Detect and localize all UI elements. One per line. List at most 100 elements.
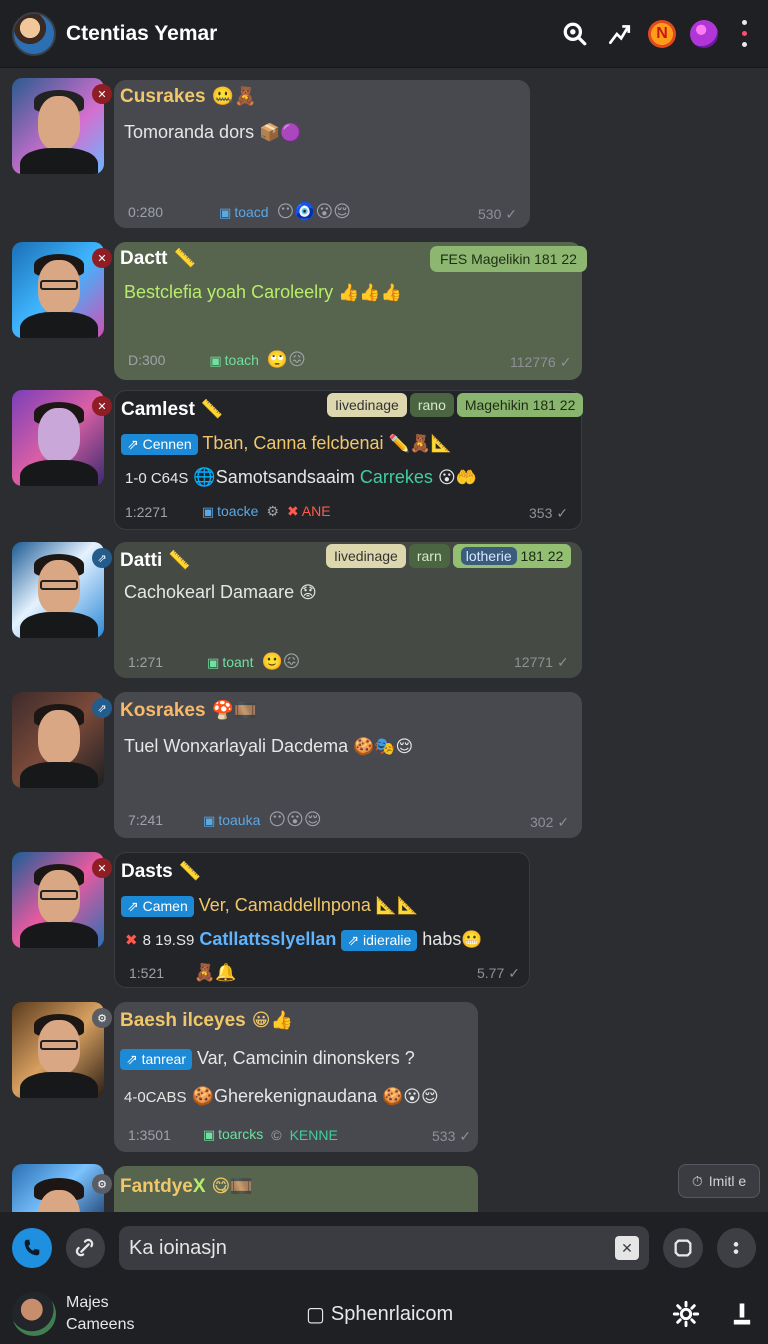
- author-emoji: 📏: [200, 399, 224, 419]
- reaction-emojis[interactable]: 🧸🔔: [194, 963, 236, 983]
- user-info[interactable]: Majes Cameens: [66, 1292, 134, 1336]
- message-tag[interactable]: toarcks: [203, 1126, 263, 1143]
- sticker-icon: [674, 1239, 692, 1257]
- reaction-emojis[interactable]: 😶🧿😮😌: [277, 202, 351, 222]
- meta-extra[interactable]: KENNE: [290, 1127, 338, 1143]
- top-actions: N: [560, 19, 756, 49]
- line-prefix-icon: ✖: [125, 932, 138, 949]
- reply-pill[interactable]: Cennen: [121, 433, 198, 455]
- text-emoji: 📐📐: [375, 896, 419, 915]
- line-prefix: 4-0CABS: [124, 1089, 187, 1106]
- more-options-button[interactable]: [716, 1228, 756, 1268]
- header-chip[interactable]: rano: [409, 393, 454, 417]
- message-feed[interactable]: ✕ Cusrakes🤐🧸 Tomoranda dors 📦🟣 0:280 toac…: [0, 68, 768, 1212]
- avatar[interactable]: [12, 390, 104, 486]
- message-item: ✕ Cusrakes🤐🧸 Tomoranda dors 📦🟣 0:280 toac…: [12, 78, 532, 228]
- message-item: ⚙ Baesh ilceyes😀👍 tanrear Var, Camcinin …: [12, 1002, 480, 1152]
- reply-pill[interactable]: Camen: [121, 895, 194, 917]
- sticker-button[interactable]: [663, 1228, 703, 1268]
- message-time: 1:3501: [128, 1126, 171, 1143]
- text-emoji: ✏️🧸📐: [388, 434, 453, 453]
- message-stamp: 112776: [510, 354, 556, 370]
- orb-icon[interactable]: [690, 19, 718, 48]
- user-status: Cameens: [66, 1316, 135, 1333]
- author-emoji: 🍄🎞️: [211, 700, 257, 720]
- chat-bubble-icon: ▢: [306, 1304, 325, 1326]
- header-chip[interactable]: Iivedinage: [327, 393, 407, 417]
- footer-center-label: Sphenrlaicom: [330, 1303, 454, 1325]
- message-tag[interactable]: toauka: [203, 812, 260, 829]
- attachment-icon[interactable]: ✕: [615, 1236, 639, 1260]
- settings-icon[interactable]: [672, 1300, 700, 1328]
- avatar[interactable]: [12, 242, 104, 338]
- check-icon: ✓: [505, 206, 518, 222]
- mention-pill[interactable]: idieralie: [341, 929, 418, 951]
- link-button[interactable]: [65, 1228, 105, 1268]
- n-badge-icon[interactable]: N: [648, 19, 676, 48]
- role-badge-icon: ⇗: [92, 698, 112, 718]
- message-author[interactable]: Datti: [120, 550, 162, 571]
- author-emoji: 📏: [168, 550, 191, 570]
- dots-vertical-icon: [733, 1242, 739, 1254]
- meta-extra[interactable]: ✖ ANE: [287, 503, 331, 520]
- message-author[interactable]: Camlest: [121, 399, 195, 420]
- share-icon[interactable]: [604, 19, 634, 49]
- author-emoji: 😋🎞️: [211, 1176, 253, 1196]
- message-tag[interactable]: toacd: [219, 204, 268, 221]
- message-bubble: Dasts📏 Camen Ver, Camaddellnpona 📐📐 ✖ 8 …: [114, 852, 530, 988]
- message-author[interactable]: Kosrakes: [120, 700, 206, 721]
- message-author[interactable]: Fantdye: [120, 1176, 193, 1197]
- message-tag[interactable]: toach: [209, 352, 259, 369]
- message-bubble: Camlest 📏 Iivedinage rano Magehikin 181 2…: [114, 390, 584, 530]
- message-author[interactable]: Baesh ilceyes: [120, 1010, 246, 1031]
- check-icon: ✓: [559, 354, 572, 370]
- message-author[interactable]: Dactt: [120, 248, 168, 269]
- reaction-emojis[interactable]: 🙄😖: [267, 350, 306, 370]
- avatar[interactable]: [12, 852, 104, 948]
- bottom-bar: Majes Cameens ▢ Sphenrlaicom: [0, 1284, 768, 1344]
- footer-center-link[interactable]: ▢ Sphenrlaicom: [306, 1302, 453, 1327]
- avatar-chip-icon: ⚙: [266, 503, 279, 519]
- reaction-emojis[interactable]: 🙂😖: [261, 652, 300, 672]
- author-suffix: X: [192, 1176, 206, 1197]
- user-avatar[interactable]: [12, 1292, 56, 1336]
- message-text: Ver, Camaddellnpona: [198, 895, 371, 915]
- avatar[interactable]: [12, 542, 104, 638]
- role-badge-icon: ⚙: [92, 1174, 112, 1194]
- avatar[interactable]: [12, 1164, 104, 1212]
- avatar[interactable]: [12, 692, 104, 788]
- floating-action-chip[interactable]: ⏱ Imitl e: [678, 1164, 760, 1198]
- download-icon[interactable]: [728, 1300, 756, 1328]
- reply-pill[interactable]: tanrear: [120, 1048, 192, 1070]
- avatar[interactable]: [12, 78, 104, 174]
- message-author[interactable]: Cusrakes: [120, 86, 206, 107]
- message-text: Gherekenignaudana: [213, 1086, 378, 1106]
- reaction-emojis[interactable]: 😶😮😌: [268, 810, 321, 830]
- header-num: 181 22: [520, 548, 564, 564]
- role-badge-icon: ⚙: [92, 1008, 112, 1028]
- header-chip[interactable]: Iivedinage: [326, 544, 406, 568]
- message-text: habs: [422, 929, 462, 949]
- header-chip[interactable]: rarn: [408, 544, 450, 568]
- quote-pill[interactable]: FES Magelikin 181 22: [430, 246, 587, 272]
- message-input[interactable]: Ka ioinasjn ✕: [119, 1226, 649, 1270]
- header-chip[interactable]: lotherie 181 22: [452, 544, 572, 568]
- highlight-text[interactable]: Catllattsslyellan: [199, 929, 336, 949]
- meta-extra-label: ANE: [301, 503, 331, 519]
- message-bubble: Datti 📏 Iivedinage rarn lotherie 181 22 C…: [114, 542, 582, 678]
- search-icon[interactable]: [560, 19, 590, 49]
- call-button[interactable]: [12, 1228, 52, 1268]
- avatar-chip-icon: ©: [271, 1126, 282, 1143]
- message-bubble: Kosrakes 🍄🎞️ Tuel Wonxarlayali Dacdema 🍪🎭…: [114, 692, 582, 838]
- author-emoji: 📏: [178, 861, 202, 881]
- channel-avatar[interactable]: [12, 11, 56, 56]
- more-icon[interactable]: [732, 20, 756, 47]
- message-tag[interactable]: toant: [207, 654, 253, 671]
- header-subchip: lotherie: [460, 547, 517, 565]
- message-stamp: 533: [432, 1128, 456, 1144]
- highlight-text[interactable]: Carrekes: [360, 467, 433, 487]
- message-tag[interactable]: toacke: [202, 503, 258, 520]
- message-author[interactable]: Dasts: [121, 861, 173, 882]
- avatar[interactable]: [12, 1002, 104, 1098]
- header-chip[interactable]: Magehikin 181 22: [456, 393, 584, 417]
